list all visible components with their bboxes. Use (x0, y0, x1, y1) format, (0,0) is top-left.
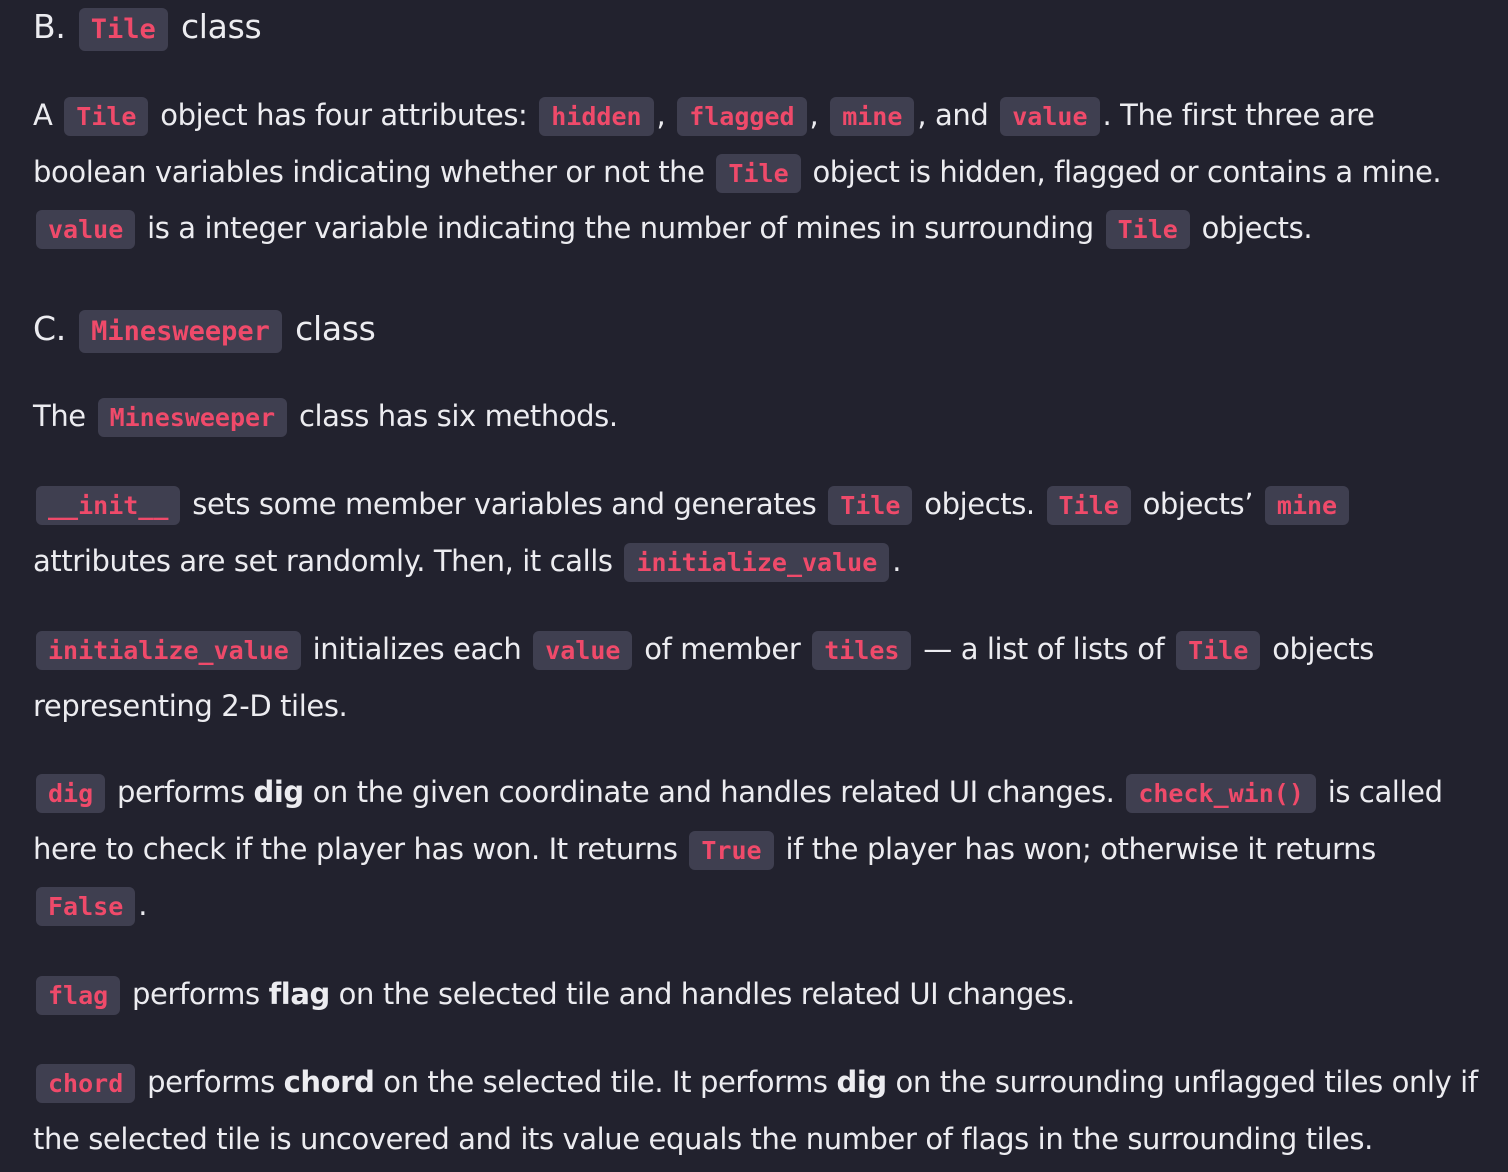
text-run: C. (33, 308, 77, 348)
heading-tile-class: B. Tile class (33, 0, 1483, 57)
inline-code: initialize_value (624, 542, 890, 582)
text-run: of member (635, 632, 810, 666)
inline-code: value (533, 631, 633, 670)
initialize-value-paragraph: initialize_value initializes each value … (33, 622, 1483, 733)
inline-code: chord (36, 1064, 136, 1103)
inline-code: flag (36, 975, 121, 1015)
text-run: object is hidden, flagged or contains a … (803, 154, 1442, 189)
text-run: class (284, 308, 376, 348)
text-run: on the selected tile and handles related… (329, 976, 1076, 1011)
text-run: objects’ (1133, 487, 1262, 521)
inline-code: Tile (78, 8, 168, 51)
text-run: performs (138, 1065, 284, 1099)
inline-code: hidden (539, 97, 654, 136)
text-run: performs (108, 775, 254, 809)
inline-code: value (1000, 97, 1100, 136)
inline-code: Tile (828, 486, 913, 525)
text-run: . (892, 543, 902, 578)
inline-code: mine (830, 97, 915, 136)
inline-code: dig (36, 774, 106, 813)
inline-code: flagged (677, 97, 807, 136)
document-body: B. Tile class A Tile object has four attr… (33, 0, 1483, 1166)
inline-code: __init__ (36, 486, 181, 525)
text-run: objects. (1192, 211, 1313, 245)
text-run: sets some member variables and generates (183, 487, 826, 521)
text-run: performs (123, 976, 269, 1011)
bold-text: chord (283, 1065, 375, 1099)
inline-code: Tile (716, 153, 801, 193)
inline-code: True (689, 830, 774, 870)
text-run: A (33, 98, 62, 132)
text-run: B. (33, 7, 76, 46)
text-run: — a list of lists of (914, 632, 1174, 666)
text-run: object has four attributes: (151, 98, 537, 132)
text-run: initializes each (303, 632, 531, 666)
text-run: , (656, 98, 675, 132)
text-run: on the given coordinate and handles rela… (303, 775, 1124, 809)
bold-text: dig (253, 775, 305, 809)
text-run: on the selected tile. It performs (374, 1065, 837, 1099)
text-run: objects. (915, 487, 1044, 521)
inline-code: tiles (812, 631, 912, 670)
text-run: . (138, 888, 148, 922)
inline-code: mine (1264, 486, 1350, 525)
minesweeper-intro-paragraph: The Minesweeper class has six methods. (33, 389, 1483, 446)
bold-text: dig (836, 1065, 887, 1099)
init-paragraph: __init__ sets some member variables and … (33, 477, 1483, 590)
text-run: is a integer variable indicating the num… (138, 211, 1103, 245)
inline-code: Tile (1176, 631, 1261, 670)
inline-code: Tile (64, 97, 149, 136)
inline-code: False (36, 887, 136, 926)
text-run: class has six methods. (290, 398, 618, 433)
text-run: , and (917, 98, 998, 132)
inline-code: Minesweeper (79, 309, 282, 353)
flag-paragraph: flag performs flag on the selected tile … (33, 967, 1483, 1024)
inline-code: initialize_value (36, 631, 301, 670)
text-run: class (170, 7, 262, 46)
dig-paragraph: dig performs dig on the given coordinate… (33, 765, 1483, 935)
bold-text: flag (268, 976, 331, 1011)
inline-code: value (36, 210, 136, 249)
text-run: , (809, 98, 828, 132)
inline-code: Minesweeper (97, 397, 288, 437)
chord-paragraph: chord performs chord on the selected til… (33, 1055, 1483, 1166)
heading-minesweeper-class: C. Minesweeper class (33, 302, 1483, 359)
inline-code: Tile (1105, 210, 1190, 249)
tile-attributes-paragraph: A Tile object has four attributes: hidde… (33, 88, 1483, 258)
text-run: if the player has won; otherwise it retu… (776, 831, 1376, 866)
inline-code: Tile (1046, 486, 1131, 525)
text-run: attributes are set randomly. Then, it ca… (33, 543, 622, 578)
inline-code: check_win() (1126, 774, 1316, 813)
text-run: The (33, 398, 95, 433)
